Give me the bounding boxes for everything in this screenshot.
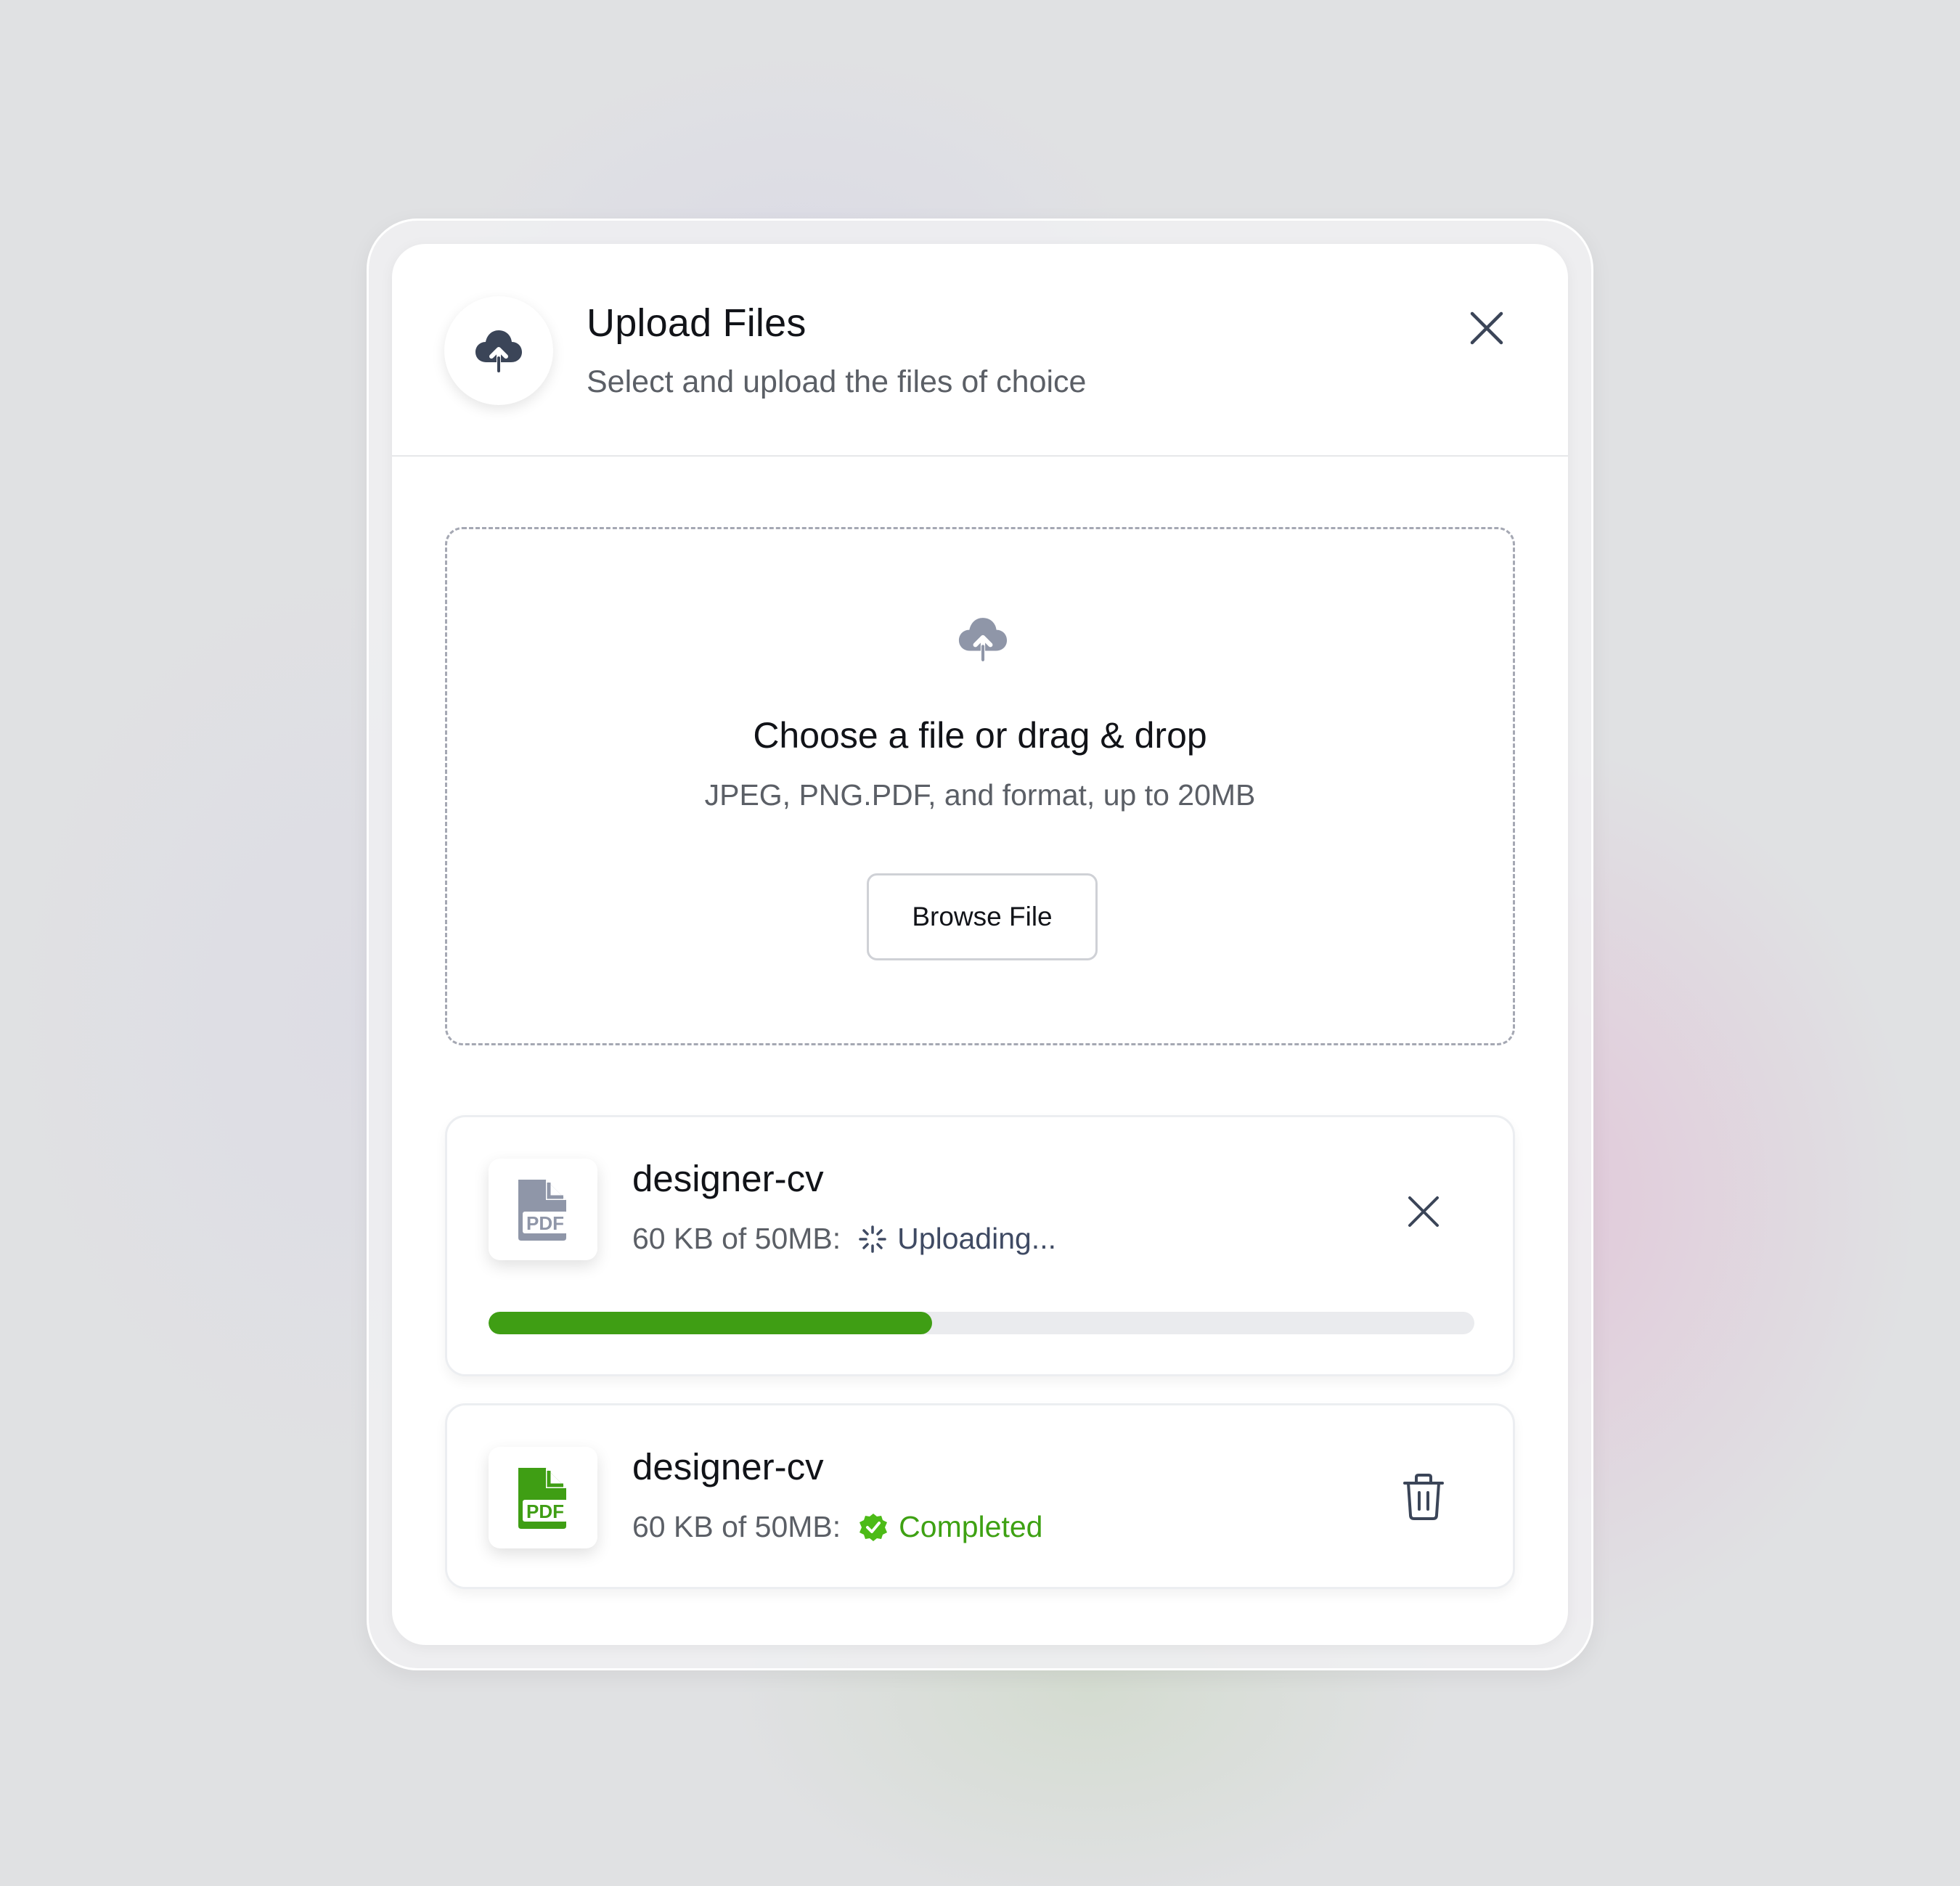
file-size: 60 KB of 50MB:: [632, 1510, 841, 1543]
modal-subtitle: Select and upload the files of choice: [587, 364, 1087, 399]
upload-progress-bar: [489, 1312, 1474, 1334]
svg-text:PDF: PDF: [526, 1212, 564, 1234]
file-item-uploading: PDF designer-cv 60 KB of 50MB: Uploading…: [445, 1115, 1515, 1376]
file-thumbnail: PDF: [489, 1447, 597, 1548]
upload-progress-fill: [489, 1312, 933, 1334]
file-meta: 60 KB of 50MB: Completed: [632, 1510, 1042, 1544]
header-icon-badge: [444, 296, 553, 405]
file-name: designer-cv: [632, 1446, 824, 1487]
delete-file-button[interactable]: [1400, 1471, 1447, 1523]
dropzone-title: Choose a file or drag & drop: [753, 715, 1207, 756]
close-icon: [1470, 311, 1503, 345]
file-name: designer-cv: [632, 1158, 824, 1199]
file-size: 60 KB of 50MB:: [632, 1222, 841, 1255]
svg-text:PDF: PDF: [526, 1501, 564, 1522]
cloud-upload-icon: [475, 330, 522, 372]
pdf-file-icon: PDF: [518, 1468, 568, 1529]
modal-title: Upload Files: [587, 301, 807, 345]
close-button[interactable]: [1459, 301, 1514, 356]
upload-status: Completed: [899, 1510, 1043, 1543]
upload-status: Uploading...: [897, 1222, 1056, 1255]
cloud-upload-icon: [958, 618, 1008, 661]
modal-header: Upload Files Select and upload the files…: [392, 244, 1568, 457]
file-thumbnail: PDF: [489, 1159, 597, 1260]
file-meta: 60 KB of 50MB: Uploading...: [632, 1222, 1056, 1256]
verified-check-icon: [858, 1512, 889, 1543]
browse-file-button[interactable]: Browse File: [867, 873, 1098, 960]
dropzone-hint: JPEG, PNG.PDF, and format, up to 20MB: [704, 778, 1256, 812]
upload-modal: Upload Files Select and upload the files…: [392, 244, 1568, 1645]
file-item-completed: PDF designer-cv 60 KB of 50MB: Completed: [445, 1403, 1515, 1589]
file-dropzone[interactable]: Choose a file or drag & drop JPEG, PNG.P…: [445, 527, 1515, 1045]
cancel-upload-button[interactable]: [1400, 1188, 1447, 1235]
spinner-icon: [858, 1225, 887, 1254]
close-icon: [1408, 1196, 1439, 1227]
pdf-file-icon: PDF: [518, 1180, 568, 1241]
trash-icon: [1403, 1474, 1444, 1520]
